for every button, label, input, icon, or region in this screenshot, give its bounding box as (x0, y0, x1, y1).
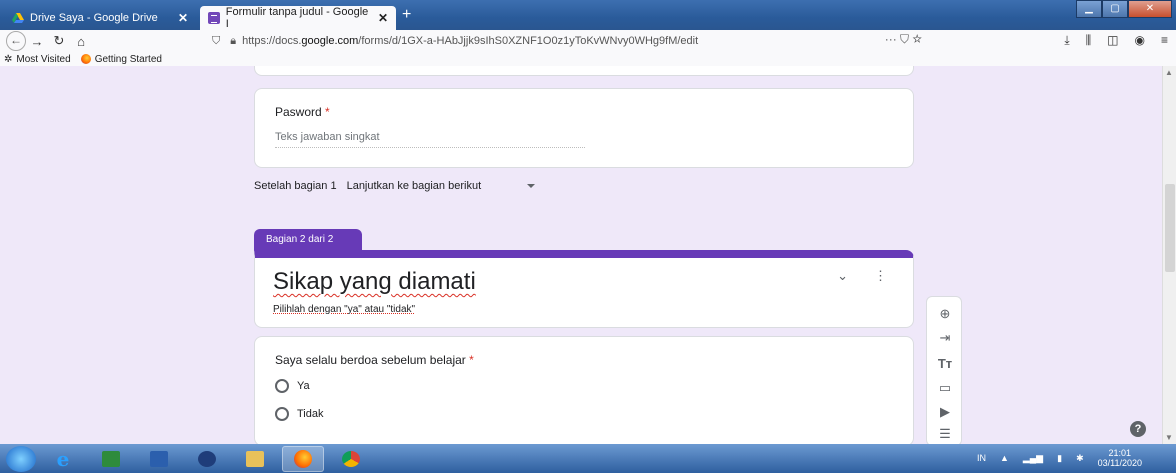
section-tag: Bagian 2 dari 2 (254, 229, 362, 251)
tab-google-drive[interactable]: Drive Saya - Google Drive ✕ (4, 6, 196, 30)
windows-taskbar: e IN ▲ ▂▄▆ ▮ ✱ 21:01 03/11/2020 (0, 444, 1176, 473)
dropdown-arrow-icon[interactable] (527, 184, 536, 188)
bookmark-getting-started[interactable]: Getting Started (80, 53, 162, 65)
close-tab-icon[interactable]: ✕ (178, 11, 188, 25)
scrollbar[interactable]: ▲ ▼ (1162, 66, 1176, 444)
taskbar-excel[interactable] (90, 446, 132, 472)
folder-icon (246, 450, 264, 467)
system-tray: IN ▲ ▂▄▆ ▮ ✱ 21:01 03/11/2020 (977, 448, 1142, 468)
add-video-icon[interactable]: ▶ (935, 403, 955, 421)
browser-titlebar: Drive Saya - Google Drive ✕ Formulir tan… (0, 0, 1176, 30)
show-hidden-icons[interactable]: ▲ (1000, 453, 1009, 463)
taskbar-explorer[interactable] (234, 446, 276, 472)
option-label: Ya (297, 380, 310, 392)
tab-title: Drive Saya - Google Drive (30, 12, 158, 24)
question-title: Saya selalu berdoa sebelum belajar * (275, 353, 474, 367)
library-icon[interactable]: ⫼ (1086, 33, 1092, 48)
radio-option[interactable]: Tidak (275, 407, 324, 421)
signal-icon[interactable]: ▂▄▆ (1023, 453, 1043, 464)
taskbar-media[interactable] (186, 446, 228, 472)
after-section-select[interactable]: Lanjutkan ke bagian berikut (347, 180, 482, 192)
taskbar-word[interactable] (138, 446, 180, 472)
battery-icon[interactable]: ▮ (1057, 453, 1062, 464)
internet-explorer-icon: e (56, 446, 70, 471)
url-bar[interactable]: ⛉ 🔒︎ https://docs.google.com/forms/d/1GX… (212, 32, 932, 50)
option-label: Tidak (297, 408, 324, 420)
new-tab-button[interactable]: + (402, 6, 411, 24)
scroll-up-icon[interactable]: ▲ (1165, 68, 1173, 77)
bookmark-label: Most Visited (16, 53, 71, 65)
menu-icon[interactable]: ≡ (1161, 33, 1168, 48)
tab-title: Formulir tanpa judul - Google I (225, 6, 369, 30)
section-description[interactable]: Pilihlah dengan "ya" atau "tidak" (273, 304, 415, 315)
radio-icon[interactable] (275, 407, 289, 421)
window-close-button[interactable]: ✕ (1128, 0, 1172, 18)
help-button[interactable]: ? (1130, 421, 1146, 437)
lock-icon: 🔒︎ (230, 34, 237, 47)
start-button[interactable] (6, 445, 36, 472)
page-actions[interactable]: ··· ⛉ ☆ (885, 32, 922, 47)
add-image-icon[interactable]: ▭ (935, 379, 955, 397)
firefox-icon (294, 449, 312, 468)
radio-icon[interactable] (275, 379, 289, 393)
scroll-thumb[interactable] (1165, 184, 1175, 272)
import-questions-icon[interactable]: ⇥ (935, 329, 955, 347)
section-title[interactable]: Sikap yang diamati (273, 268, 476, 296)
excel-icon (102, 450, 120, 467)
firefox-icon (80, 54, 91, 64)
collapse-icon[interactable]: ⌄ (837, 268, 848, 284)
maximize-button[interactable]: ▢ (1102, 0, 1128, 18)
media-player-icon (198, 450, 216, 467)
toolbar-right: ⤓ ⫼ ◫ ◉ ≡ (1064, 33, 1168, 48)
more-options-icon[interactable]: ⋮ (874, 268, 887, 284)
add-section-icon[interactable]: ☰ (935, 425, 955, 443)
chrome-icon (342, 450, 360, 467)
minimize-button[interactable]: ▁ (1076, 0, 1102, 18)
after-section-label: Setelah bagian 1 (254, 180, 337, 192)
google-drive-icon (12, 12, 24, 24)
taskbar-chrome[interactable] (330, 446, 372, 472)
google-forms-icon (208, 12, 220, 24)
extension-icon[interactable]: ◉ (1135, 33, 1145, 48)
clock-date: 03/11/2020 (1097, 458, 1142, 468)
question-card-password[interactable]: Pasword * Teks jawaban singkat (254, 88, 914, 168)
shield-icon: ⛉ (212, 34, 221, 47)
clock[interactable]: 21:01 03/11/2020 (1098, 448, 1142, 468)
question-card-berdoa[interactable]: Saya selalu berdoa sebelum belajar * Ya … (254, 336, 914, 444)
bluetooth-icon[interactable]: ✱ (1076, 453, 1084, 464)
home-button[interactable]: ⌂ (70, 34, 92, 49)
taskbar-firefox[interactable] (282, 445, 324, 472)
url-text: https://docs.google.com/forms/d/1GX-a-HA… (242, 35, 699, 47)
question-title: Pasword * (275, 105, 330, 119)
sidebar-icon[interactable]: ◫ (1107, 33, 1118, 48)
clock-time: 21:01 (1108, 448, 1132, 458)
after-section-navigation: Setelah bagian 1 Lanjutkan ke bagian ber… (254, 180, 536, 192)
floating-toolbar: ⊕ ⇥ Tт ▭ ▶ ☰ (926, 296, 962, 444)
navigation-bar: ← → ↻ ⌂ ⛉ 🔒︎ https://docs.google.com/for… (0, 30, 1176, 52)
bookmark-label: Getting Started (94, 53, 162, 65)
tab-google-forms[interactable]: Formulir tanpa judul - Google I ✕ (200, 6, 396, 30)
scroll-down-icon[interactable]: ▼ (1165, 433, 1173, 442)
language-indicator[interactable]: IN (977, 453, 986, 463)
section-header-card[interactable]: Sikap yang diamati Pilihlah dengan "ya" … (254, 250, 914, 328)
add-title-icon[interactable]: Tт (935, 355, 955, 373)
download-icon[interactable]: ⤓ (1064, 33, 1069, 48)
close-tab-icon[interactable]: ✕ (378, 11, 388, 25)
window-controls: ▁ ▢ ✕ (1076, 0, 1172, 18)
bookmark-most-visited[interactable]: ✲ Most Visited (4, 54, 71, 65)
gear-icon: ✲ (4, 53, 13, 65)
taskbar-ie[interactable]: e (42, 446, 84, 472)
word-icon (150, 450, 168, 467)
short-answer-placeholder: Teks jawaban singkat (275, 131, 585, 148)
bookmarks-bar: ✲ Most Visited Getting Started (0, 52, 1176, 66)
forward-button[interactable]: → (26, 34, 48, 49)
form-editor: Pasword * Teks jawaban singkat Setelah b… (0, 66, 1162, 444)
previous-question-card[interactable] (254, 66, 914, 76)
radio-option[interactable]: Ya (275, 379, 310, 393)
reload-button[interactable]: ↻ (48, 33, 70, 49)
back-button[interactable]: ← (6, 31, 26, 51)
add-question-icon[interactable]: ⊕ (935, 305, 955, 323)
